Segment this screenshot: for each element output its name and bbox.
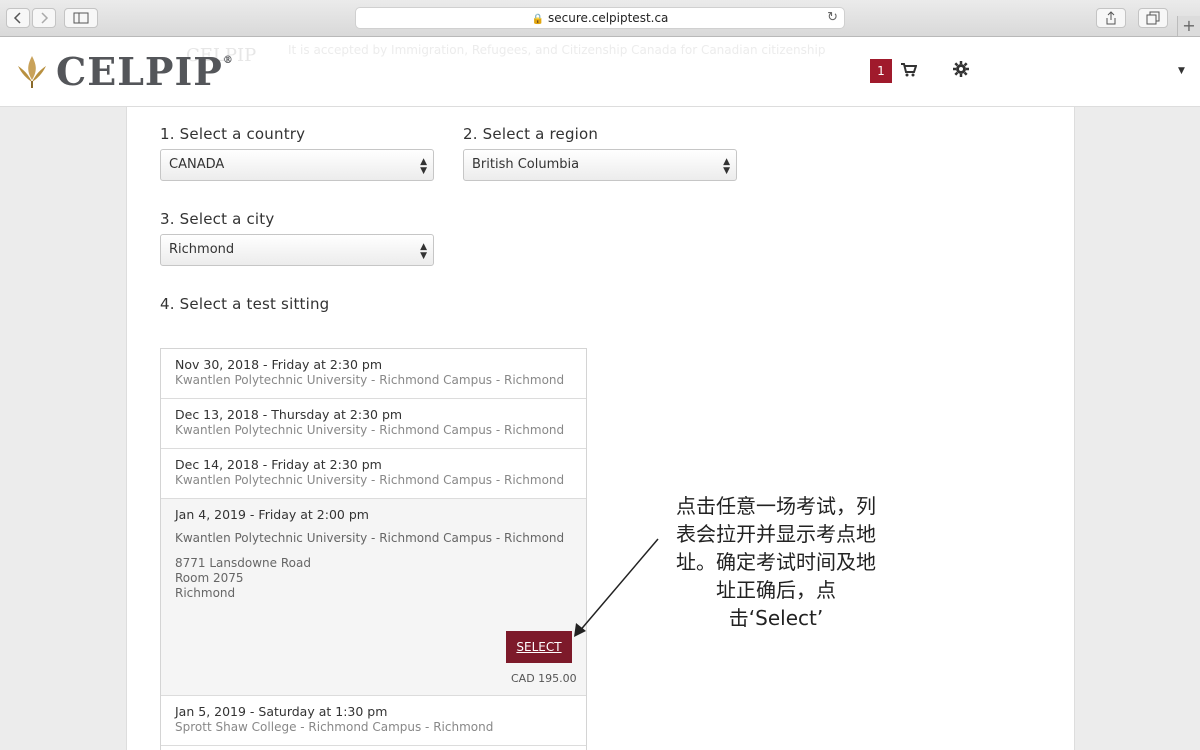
sitting-venue: Kwantlen Polytechnic University - Richmo… <box>175 423 565 437</box>
chevron-right-icon <box>41 12 49 24</box>
logo-wordmark: CELPIP <box>56 49 223 94</box>
address-bar[interactable]: 🔒 secure.celpiptest.ca ↻ <box>355 7 845 29</box>
test-sitting-list: Nov 30, 2018 - Friday at 2:30 pm Kwantle… <box>160 348 587 750</box>
test-sitting-row[interactable]: Nov 30, 2018 - Friday at 2:30 pm Kwantle… <box>161 349 586 399</box>
caret-down-icon[interactable]: ▼ <box>1178 66 1185 76</box>
cart-count-badge[interactable]: 1 <box>870 59 892 83</box>
reload-icon[interactable]: ↻ <box>827 8 838 28</box>
select-arrows-icon: ▲ ▼ <box>420 157 427 176</box>
tabs-icon <box>1146 11 1160 25</box>
sitting-address: 8771 Lansdowne Road Room 2075 Richmond <box>175 556 572 601</box>
registered-mark: ® <box>222 55 234 66</box>
sitting-date: Dec 13, 2018 - Thursday at 2:30 pm <box>175 407 403 422</box>
sitting-venue: Sprott Shaw College - Richmond Campus - … <box>175 720 494 734</box>
new-tab-button[interactable]: + <box>1177 16 1200 36</box>
annotation-line: 击‘Select’ <box>728 606 824 630</box>
address-line: Room 2075 <box>175 571 244 585</box>
share-icon <box>1106 11 1116 25</box>
main-panel: 1. Select a country CANADA ▲ ▼ 2. Select … <box>126 107 1075 750</box>
annotation-line: 址正确后，点 <box>716 578 836 602</box>
sitting-date: Jan 4, 2019 - Friday at 2:00 pm <box>175 507 369 522</box>
region-label: 2. Select a region <box>463 125 599 143</box>
chevron-left-icon <box>13 12 21 24</box>
country-value: CANADA <box>169 157 225 172</box>
ghost-tagline: It is accepted by Immigration, Refugees,… <box>288 43 826 57</box>
test-sitting-row[interactable]: Dec 14, 2018 - Friday at 2:30 pm Kwantle… <box>161 449 586 499</box>
url-text: secure.celpiptest.ca <box>548 11 669 25</box>
test-sitting-row[interactable]: Jan 5, 2019 - Saturday at 1:30 pm Sprott… <box>161 696 586 746</box>
country-label: 1. Select a country <box>160 125 306 143</box>
celpip-logo[interactable]: CELPIP® <box>14 49 234 94</box>
sitting-label: 4. Select a test sitting <box>160 295 330 313</box>
share-button[interactable] <box>1096 8 1126 28</box>
tabs-button[interactable] <box>1138 8 1168 28</box>
sitting-date: Dec 14, 2018 - Friday at 2:30 pm <box>175 457 382 472</box>
site-header: CELPIP It is accepted by Immigration, Re… <box>0 37 1200 107</box>
forward-button[interactable] <box>32 8 56 28</box>
logo-text: CELPIP® <box>56 49 234 94</box>
city-value: Richmond <box>169 242 235 257</box>
select-arrows-icon: ▲ ▼ <box>723 157 730 176</box>
gear-icon[interactable] <box>953 61 969 81</box>
annotation-arrow-icon <box>574 538 659 637</box>
country-select[interactable]: CANADA ▲ ▼ <box>160 149 434 181</box>
lock-icon: 🔒 <box>531 14 545 25</box>
back-button[interactable] <box>6 8 30 28</box>
city-select[interactable]: Richmond ▲ ▼ <box>160 234 434 266</box>
select-arrows-icon: ▲ ▼ <box>420 242 427 261</box>
city-label: 3. Select a city <box>160 210 275 228</box>
sidebar-button[interactable] <box>64 8 98 28</box>
browser-toolbar: 🔒 secure.celpiptest.ca ↻ + <box>0 0 1200 37</box>
sitting-date: Nov 30, 2018 - Friday at 2:30 pm <box>175 357 383 372</box>
sidebar-icon <box>73 12 89 24</box>
region-select[interactable]: British Columbia ▲ ▼ <box>463 149 737 181</box>
test-sitting-row[interactable]: Dec 13, 2018 - Thursday at 2:30 pm Kwant… <box>161 399 586 449</box>
annotation-line: 址。确定考试时间及地 <box>676 550 876 574</box>
maple-leaf-icon <box>18 55 46 88</box>
test-sitting-row-expanded[interactable]: Jan 4, 2019 - Friday at 2:00 pm Kwantlen… <box>161 499 586 696</box>
sitting-date: Jan 5, 2019 - Saturday at 1:30 pm <box>175 704 388 719</box>
instruction-annotation: 点击任意一场考试，列 表会拉开并显示考点地 址。确定考试时间及地 址正确后，点 … <box>656 492 896 632</box>
cart-icon[interactable] <box>901 62 918 81</box>
annotation-line: 表会拉开并显示考点地 <box>676 522 876 546</box>
address-line: 8771 Lansdowne Road <box>175 556 311 570</box>
sitting-price: CAD 195.00 <box>511 672 577 685</box>
sitting-venue: Kwantlen Polytechnic University - Richmo… <box>175 531 565 545</box>
annotation-line: 点击任意一场考试，列 <box>676 494 876 518</box>
sitting-venue: Kwantlen Polytechnic University - Richmo… <box>175 373 565 387</box>
sitting-venue: Kwantlen Polytechnic University - Richmo… <box>175 473 565 487</box>
address-line: Richmond <box>175 586 236 600</box>
region-value: British Columbia <box>472 157 580 172</box>
